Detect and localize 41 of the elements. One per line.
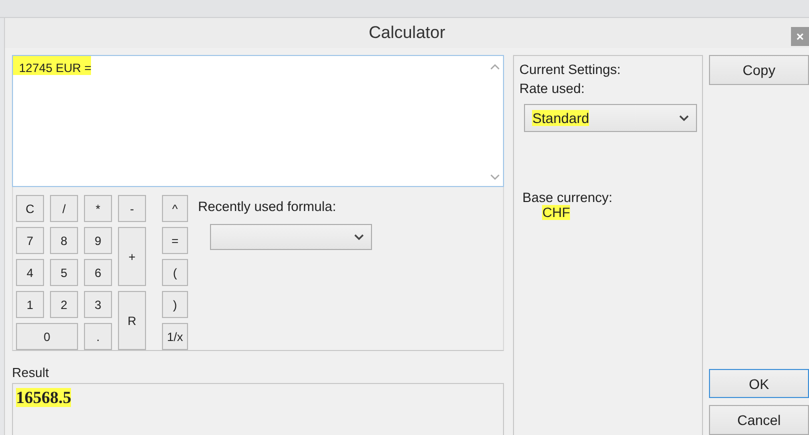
key-button[interactable]: C <box>16 195 44 222</box>
rate-value: Standard <box>532 110 590 126</box>
key-button[interactable]: 3 <box>84 291 112 318</box>
window-title: Calculator <box>368 23 446 43</box>
operator-button[interactable]: ) <box>162 291 188 318</box>
operator-button[interactable]: 1/x <box>162 323 188 350</box>
key-button[interactable]: * <box>84 195 112 222</box>
key-button[interactable]: . <box>84 323 112 350</box>
key-button[interactable]: 6 <box>84 259 112 286</box>
dialog-button[interactable]: OK <box>709 369 809 398</box>
key-button[interactable]: 1 <box>16 291 44 318</box>
result-label: Result <box>12 365 50 380</box>
key-button[interactable]: 0 <box>16 323 78 350</box>
dialog-button[interactable]: Copy <box>709 55 809 85</box>
key-button[interactable]: 4 <box>16 259 44 286</box>
key-button[interactable]: R <box>118 291 146 350</box>
key-button[interactable]: / <box>50 195 78 222</box>
recent-formula-label: Recently used formula: <box>198 199 338 214</box>
key-button[interactable]: 2 <box>50 291 78 318</box>
operator-button[interactable]: ( <box>162 259 188 286</box>
dialog-button[interactable]: Cancel <box>709 405 809 435</box>
operator-button[interactable]: ^ <box>162 195 188 222</box>
rate-label: Rate used: <box>519 81 586 96</box>
formula-field[interactable]: 12745 EUR = <box>12 55 504 187</box>
key-button[interactable]: 5 <box>50 259 78 286</box>
result-value: 16568.5 <box>16 388 72 407</box>
recent-formula-dropdown[interactable] <box>210 224 372 250</box>
scroll-up-icon <box>490 64 500 70</box>
key-button[interactable]: - <box>118 195 146 222</box>
chevron-down-icon <box>354 234 364 240</box>
settings-heading: Current Settings: <box>519 62 622 77</box>
key-button[interactable]: 7 <box>16 227 44 254</box>
operator-button[interactable]: = <box>162 227 188 254</box>
key-button[interactable]: 9 <box>84 227 112 254</box>
rate-dropdown[interactable]: Standard <box>524 104 697 132</box>
base-currency-value: CHF <box>542 205 570 220</box>
base-currency-label: Base currency: <box>522 190 614 205</box>
key-button[interactable]: 8 <box>50 227 78 254</box>
key-button[interactable]: + <box>118 227 146 286</box>
chevron-down-icon <box>679 115 689 121</box>
scroll-down-icon <box>490 174 500 180</box>
